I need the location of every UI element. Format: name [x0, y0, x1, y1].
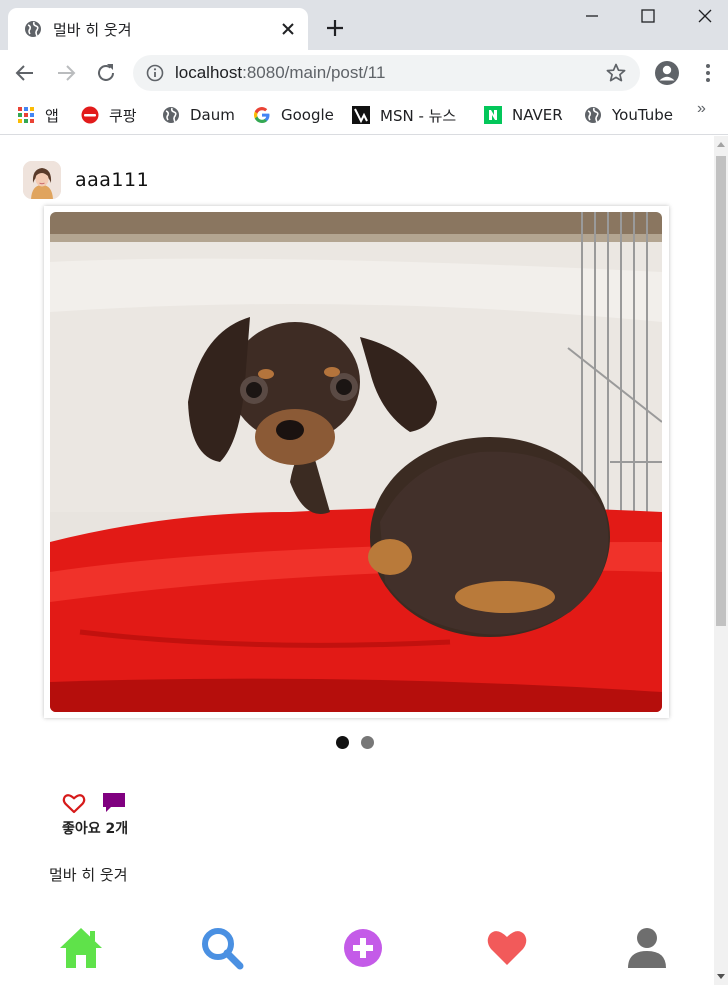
new-tab-icon[interactable] [324, 17, 346, 39]
maximize-icon[interactable] [636, 4, 660, 28]
bookmark-label: 쿠팡 [109, 106, 137, 125]
scrollbar-thumb[interactable] [716, 156, 726, 626]
search-icon[interactable] [200, 926, 244, 970]
post-page: aaa111 좋아요 2개 멀바 히 웃겨 [0, 136, 714, 985]
reload-icon[interactable] [94, 61, 118, 85]
globe-icon [25, 21, 41, 37]
carousel-dot-2[interactable] [361, 736, 374, 749]
avatar[interactable] [23, 161, 61, 199]
address-bar[interactable]: localhost:8080/main/post/11 [133, 55, 640, 91]
naver-icon [484, 106, 502, 124]
bookmark-naver[interactable]: NAVER [484, 102, 563, 128]
bookmark-label: NAVER [512, 106, 563, 124]
heart-outline-icon[interactable] [62, 792, 86, 814]
bookmark-star-icon[interactable] [605, 62, 627, 84]
bookmark-label: MSN - 뉴스 [380, 106, 457, 125]
post-username[interactable]: aaa111 [75, 169, 149, 191]
more-bookmarks-button[interactable]: » [697, 100, 706, 118]
tab-strip: 멀바 히 웃겨 [0, 0, 728, 50]
add-circle-icon[interactable] [341, 926, 385, 970]
bookmark-daum[interactable]: Daum [162, 102, 235, 128]
google-icon [254, 107, 270, 123]
browser-tab[interactable]: 멀바 히 웃겨 [8, 8, 308, 50]
bookmark-youtube[interactable]: YouTube [584, 102, 673, 128]
bookmark-label: Daum [190, 106, 235, 124]
bookmark-coupang[interactable]: 쿠팡 [81, 102, 137, 128]
dog-on-red-cushion-image [50, 212, 662, 712]
apps-grid-icon [18, 107, 34, 123]
user-icon[interactable] [625, 926, 669, 970]
bookmark-msn[interactable]: MSN - 뉴스 [352, 102, 456, 128]
browser-toolbar: localhost:8080/main/post/11 [0, 50, 728, 96]
bookmark-label: YouTube [612, 106, 673, 124]
bookmark-label: Google [281, 106, 334, 124]
home-icon[interactable] [59, 926, 103, 970]
bookmarks-bar: 앱 쿠팡 Daum Google MSN - 뉴스 NAVER YouTube [0, 96, 728, 135]
post-actions [62, 792, 126, 814]
post-caption: 멀바 히 웃겨 [49, 866, 128, 884]
kebab-menu-icon[interactable] [698, 62, 718, 84]
url-text[interactable]: localhost:8080/main/post/11 [175, 63, 385, 83]
post-image[interactable] [50, 212, 662, 712]
profile-avatar-icon[interactable] [654, 60, 680, 86]
info-icon[interactable] [146, 64, 164, 82]
forward-icon[interactable] [54, 61, 78, 85]
globe-icon [585, 107, 601, 123]
avatar-image [23, 161, 61, 199]
heart-icon[interactable] [485, 926, 529, 970]
bookmark-label: 앱 [45, 106, 59, 125]
likes-count: 좋아요 2개 [62, 821, 129, 837]
minimize-icon[interactable] [580, 4, 604, 28]
back-icon[interactable] [13, 61, 37, 85]
carousel-dot-1[interactable] [336, 736, 349, 749]
msn-icon [352, 106, 370, 124]
globe-icon [163, 107, 179, 123]
scroll-up-arrow-icon[interactable] [717, 142, 725, 147]
close-tab-icon[interactable] [278, 19, 298, 39]
carousel-indicators [336, 736, 374, 749]
tab-title: 멀바 히 웃겨 [53, 21, 132, 39]
coupang-icon [81, 106, 99, 124]
scroll-down-arrow-icon[interactable] [717, 974, 725, 979]
vertical-scrollbar[interactable] [714, 136, 728, 985]
post-header: aaa111 [23, 160, 149, 200]
bookmark-apps[interactable]: 앱 [17, 102, 59, 128]
close-window-icon[interactable] [693, 4, 717, 28]
post-image-carousel[interactable] [44, 206, 669, 718]
bottom-navigation [0, 926, 714, 985]
bookmark-google[interactable]: Google [253, 102, 334, 128]
comment-icon[interactable] [102, 792, 126, 814]
